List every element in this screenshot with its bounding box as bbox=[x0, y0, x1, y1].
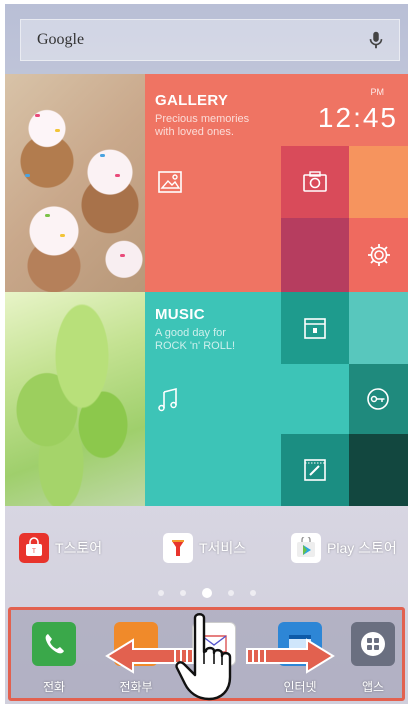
calendar-icon bbox=[302, 315, 328, 341]
calendar-tile[interactable] bbox=[281, 292, 349, 364]
home-screen: Google GALLERY Precious memories with lo… bbox=[5, 4, 408, 704]
dock-label: 앱스 bbox=[361, 680, 385, 694]
music-photo-tile[interactable] bbox=[5, 292, 145, 506]
pencil-note-icon bbox=[302, 457, 328, 483]
settings-tile[interactable] bbox=[349, 218, 408, 292]
dock-label: 전화 bbox=[42, 680, 66, 694]
clock-ampm: PM bbox=[370, 87, 385, 97]
gallery-subtitle-1: Precious memories bbox=[155, 113, 250, 125]
tstore-icon: T bbox=[19, 533, 49, 563]
shortcut-play-store[interactable]: Play 스토어 bbox=[291, 533, 397, 563]
page-indicator bbox=[5, 588, 408, 598]
camera-icon bbox=[302, 169, 328, 195]
gear-icon bbox=[366, 242, 392, 268]
dock-apps[interactable]: 앱스 bbox=[348, 622, 398, 695]
music-subtitle-2: ROCK 'n' ROLL! bbox=[155, 340, 236, 352]
apps-icon bbox=[351, 622, 395, 666]
search-label: Google bbox=[37, 31, 85, 48]
key-tile[interactable] bbox=[349, 364, 408, 434]
color-tile bbox=[281, 364, 349, 434]
page-dot[interactable] bbox=[227, 590, 234, 596]
shortcut-label: T스토어 bbox=[55, 540, 103, 556]
shortcut-label: T서비스 bbox=[199, 540, 247, 556]
notes-tile[interactable] bbox=[281, 434, 349, 506]
key-icon bbox=[365, 386, 391, 412]
music-subtitle-1: A good day for bbox=[155, 327, 226, 339]
color-tile bbox=[349, 292, 408, 364]
color-tile bbox=[349, 434, 408, 506]
gallery-title: GALLERY bbox=[155, 92, 229, 109]
tservice-icon bbox=[163, 533, 193, 563]
music-note-icon bbox=[155, 387, 181, 413]
clock-time: 12:45 bbox=[317, 102, 398, 133]
dock-phone[interactable]: 전화 bbox=[29, 622, 79, 695]
arrow-right-icon bbox=[246, 638, 335, 674]
shortcut-tservice[interactable]: T서비스 bbox=[163, 533, 246, 563]
google-search-bar[interactable]: Google bbox=[20, 19, 400, 61]
svg-text:T: T bbox=[32, 549, 36, 555]
play-store-icon bbox=[291, 533, 321, 563]
color-tile bbox=[281, 218, 349, 292]
page-dot[interactable] bbox=[249, 590, 256, 596]
page-dot[interactable] bbox=[157, 590, 164, 596]
gallery-subtitle-2: with loved ones. bbox=[155, 126, 234, 138]
dock-label: 인터넷 bbox=[283, 680, 317, 694]
page-dot[interactable] bbox=[179, 590, 186, 596]
music-title: MUSIC bbox=[155, 306, 205, 323]
image-icon bbox=[157, 169, 183, 195]
color-tile bbox=[349, 146, 408, 218]
clock-tile[interactable]: PM 12:45 bbox=[281, 74, 408, 146]
music-tile[interactable]: MUSIC A good day for ROCK 'n' ROLL! bbox=[145, 292, 281, 506]
camera-tile[interactable] bbox=[281, 146, 349, 218]
shortcut-row: T T스토어 T서비스 Play 스토어 bbox=[5, 526, 408, 570]
tile-widget: GALLERY Precious memories with loved one… bbox=[5, 74, 408, 506]
phone-icon bbox=[32, 622, 76, 666]
dock-label: 전화부 bbox=[119, 680, 153, 694]
shortcut-tstore[interactable]: T T스토어 bbox=[19, 533, 102, 563]
pointing-hand-icon bbox=[175, 613, 232, 701]
shortcut-label: Play 스토어 bbox=[327, 540, 397, 556]
page-dot-active[interactable] bbox=[201, 588, 212, 598]
gallery-photo-tile[interactable] bbox=[5, 74, 145, 292]
gallery-tile[interactable]: GALLERY Precious memories with loved one… bbox=[145, 74, 281, 292]
mic-icon[interactable] bbox=[365, 29, 387, 51]
